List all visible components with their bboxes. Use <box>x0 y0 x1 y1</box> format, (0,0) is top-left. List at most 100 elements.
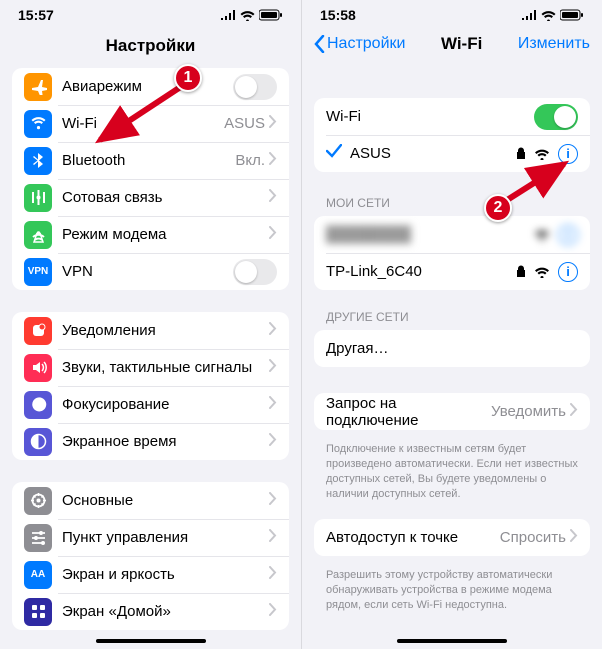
network-name: ████████ <box>326 226 534 243</box>
airplane-icon <box>24 73 52 101</box>
chevron-right-icon <box>269 226 277 244</box>
row-value: Вкл. <box>235 152 265 169</box>
chevron-right-icon <box>570 403 578 421</box>
sounds-icon <box>24 354 52 382</box>
status-icons <box>521 9 584 21</box>
chevron-right-icon <box>269 359 277 377</box>
back-button[interactable]: Настройки <box>314 35 405 53</box>
row-label: Экран и яркость <box>62 566 269 583</box>
ask-label: Запрос на подключение <box>326 395 491 429</box>
settings-row-focus[interactable]: Фокусирование <box>12 386 289 423</box>
vpn-toggle[interactable] <box>233 259 277 285</box>
wifi-toggle-row[interactable]: Wi-Fi <box>314 98 590 135</box>
settings-row-screentime[interactable]: Экранное время <box>12 423 289 460</box>
settings-row-general[interactable]: Основные <box>12 482 289 519</box>
status-bar: 15:57 <box>0 0 301 30</box>
chevron-right-icon <box>269 566 277 584</box>
check-icon <box>326 144 342 163</box>
chevron-right-icon <box>269 603 277 621</box>
settings-row-display[interactable]: AA Экран и яркость <box>12 556 289 593</box>
hotspot-icon <box>24 221 52 249</box>
chevron-right-icon <box>269 433 277 451</box>
auto-footer: Разрешить этому устройству автоматически… <box>302 564 602 631</box>
network-row-tplink[interactable]: TP-Link_6C40 i <box>314 253 590 290</box>
row-label: Уведомления <box>62 322 269 339</box>
notifications-icon <box>24 317 52 345</box>
vpn-icon: VPN <box>24 258 52 286</box>
row-label: Режим модема <box>62 226 269 243</box>
edit-button[interactable]: Изменить <box>518 35 590 53</box>
chevron-left-icon <box>314 35 325 53</box>
callout-1: 1 <box>174 64 202 92</box>
row-label: Фокусирование <box>62 396 269 413</box>
auto-hotspot-row[interactable]: Автодоступ к точке Спросить <box>314 519 590 556</box>
chevron-right-icon <box>269 322 277 340</box>
back-label: Настройки <box>327 35 405 53</box>
signal-icon <box>220 10 236 20</box>
network-name: TP-Link_6C40 <box>326 263 516 280</box>
controlcenter-icon <box>24 524 52 552</box>
status-time: 15:57 <box>18 7 54 23</box>
row-label: Экран «Домой» <box>62 603 269 620</box>
lock-icon <box>516 265 526 278</box>
wifi-toggle[interactable] <box>534 104 578 130</box>
ask-to-join-row[interactable]: Запрос на подключение Уведомить <box>314 393 590 430</box>
auto-value: Спросить <box>500 529 566 546</box>
row-label: Экранное время <box>62 433 269 450</box>
chevron-right-icon <box>269 529 277 547</box>
battery-icon <box>560 9 584 21</box>
wifi-icon <box>240 10 255 21</box>
chevron-right-icon <box>269 189 277 207</box>
row-value: ASUS <box>224 115 265 132</box>
wifi-icon <box>541 10 556 21</box>
row-label: Сотовая связь <box>62 189 269 206</box>
page-title: Настройки <box>0 30 301 68</box>
wifi-screen: 15:58 Настройки Wi-Fi Изменить Wi-Fi <box>301 0 602 649</box>
settings-row-hotspot[interactable]: Режим модема <box>12 216 289 253</box>
settings-row-notifications[interactable]: Уведомления <box>12 312 289 349</box>
general-icon <box>24 487 52 515</box>
bluetooth-icon <box>24 147 52 175</box>
focus-icon <box>24 391 52 419</box>
homescreen-icon <box>24 598 52 626</box>
settings-row-sounds[interactable]: Звуки, тактильные сигналы <box>12 349 289 386</box>
row-label: VPN <box>62 263 233 280</box>
wifi-icon <box>24 110 52 138</box>
row-label: Звуки, тактильные сигналы <box>62 359 269 376</box>
chevron-right-icon <box>269 152 277 170</box>
wifi-signal-icon <box>534 266 550 278</box>
other-label: Другая… <box>326 340 578 357</box>
connected-network-name: ASUS <box>350 145 516 162</box>
chevron-right-icon <box>570 529 578 547</box>
cellular-icon <box>24 184 52 212</box>
info-button[interactable]: i <box>558 225 578 245</box>
settings-row-vpn[interactable]: VPN VPN <box>12 253 289 290</box>
callout-2: 2 <box>484 194 512 222</box>
chevron-right-icon <box>269 115 277 133</box>
wifi-toggle-label: Wi-Fi <box>326 108 534 125</box>
row-label: Основные <box>62 492 269 509</box>
auto-label: Автодоступ к точке <box>326 529 500 546</box>
arrow-1 <box>92 82 192 152</box>
ask-value: Уведомить <box>491 403 566 420</box>
nav-bar: Настройки Wi-Fi Изменить <box>302 30 602 64</box>
screentime-icon <box>24 428 52 456</box>
airplane-toggle[interactable] <box>233 74 277 100</box>
row-label: Пункт управления <box>62 529 269 546</box>
network-row-blurred[interactable]: ████████ i <box>314 216 590 253</box>
page-title: Wi-Fi <box>441 34 482 54</box>
home-indicator <box>397 639 507 643</box>
battery-icon <box>259 9 283 21</box>
info-button[interactable]: i <box>558 262 578 282</box>
settings-row-homescreen[interactable]: Экран «Домой» <box>12 593 289 630</box>
display-icon: AA <box>24 561 52 589</box>
row-label: Bluetooth <box>62 152 235 169</box>
chevron-right-icon <box>269 492 277 510</box>
status-bar: 15:58 <box>302 0 602 30</box>
status-time: 15:58 <box>320 7 356 23</box>
status-icons <box>220 9 283 21</box>
wifi-signal-icon <box>534 229 550 241</box>
settings-row-cellular[interactable]: Сотовая связь <box>12 179 289 216</box>
settings-row-controlcenter[interactable]: Пункт управления <box>12 519 289 556</box>
other-network-row[interactable]: Другая… <box>314 330 590 367</box>
